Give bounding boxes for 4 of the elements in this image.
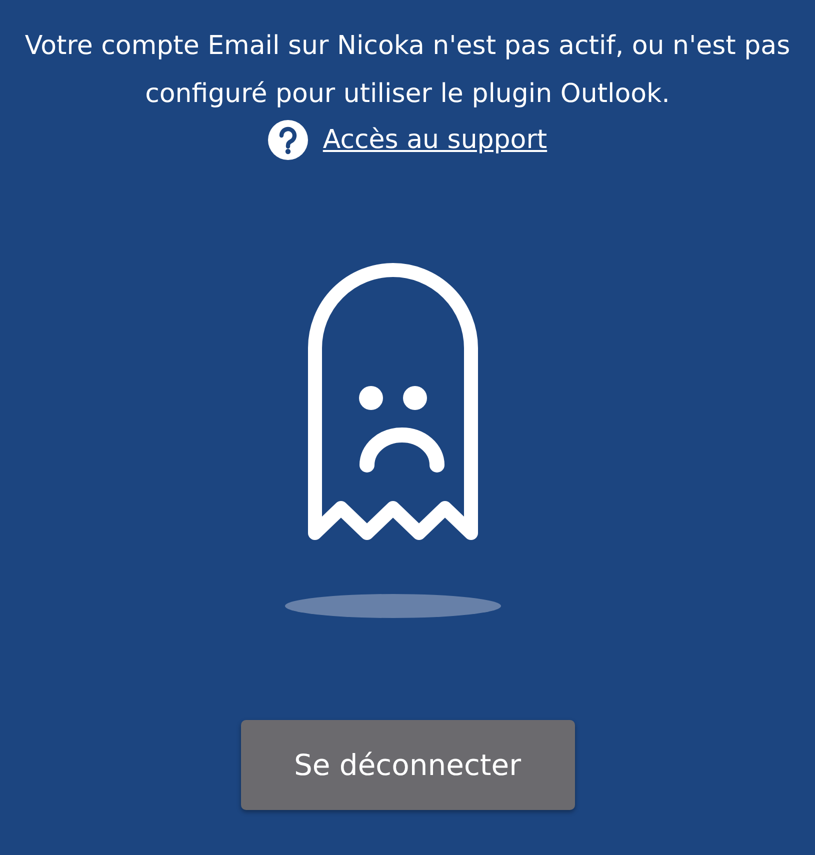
help-icon: [268, 120, 308, 160]
logout-button[interactable]: Se déconnecter: [240, 720, 574, 810]
support-link[interactable]: Accès au support: [322, 125, 548, 155]
error-message: Votre compte Email sur Nicoka n'est pas actif, ou n'est pas configuré pour utiliser le plugin Outlook.: [24, 30, 792, 111]
